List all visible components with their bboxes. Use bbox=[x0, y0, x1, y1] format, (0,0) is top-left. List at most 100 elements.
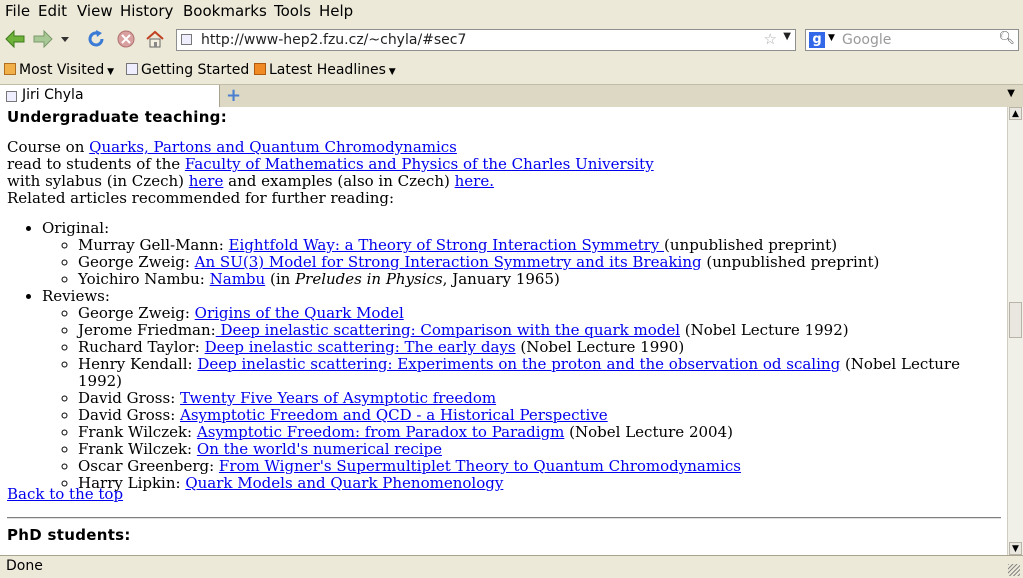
list-item-reviews: Reviews: George Zweig: Origins of the Qu… bbox=[42, 288, 1007, 492]
stop-button[interactable] bbox=[114, 27, 138, 51]
menu-bar: File Edit View History Bookmarks Tools H… bbox=[0, 0, 1023, 22]
article-link[interactable]: Twenty Five Years of Asymptotic freedom bbox=[180, 389, 496, 407]
note-text: (Nobel Lecture 1992) bbox=[680, 321, 849, 339]
bookmark-getting-started[interactable]: Getting Started bbox=[126, 62, 249, 78]
syllabus-prefix: with sylabus (in Czech) bbox=[7, 172, 189, 190]
back-to-top-link[interactable]: Back to the top bbox=[7, 485, 123, 503]
stop-icon bbox=[117, 30, 135, 48]
article-link[interactable]: Origins of the Quark Model bbox=[195, 304, 404, 322]
article-link[interactable]: Deep inelastic scattering: The early day… bbox=[205, 338, 516, 356]
faculty-link[interactable]: Faculty of Mathematics and Physics of th… bbox=[185, 155, 654, 173]
reload-icon bbox=[88, 30, 104, 47]
forward-button[interactable] bbox=[31, 27, 55, 51]
list-item: Henry Kendall: Deep inelastic scattering… bbox=[78, 356, 1007, 390]
menu-bookmarks[interactable]: Bookmarks bbox=[183, 2, 267, 20]
folder-icon bbox=[4, 63, 16, 75]
article-link[interactable]: From Wigner's Supermultiplet Theory to Q… bbox=[219, 457, 741, 475]
navigation-toolbar: http://www-hep2.fzu.cz/~chyla/#sec7 ☆ ▼ … bbox=[0, 22, 1023, 58]
rss-icon bbox=[254, 63, 266, 75]
url-dropdown-icon[interactable]: ▼ bbox=[783, 31, 791, 42]
tab-title: Jiri Chyla bbox=[22, 87, 84, 103]
google-icon[interactable]: g bbox=[809, 32, 825, 48]
examples-link[interactable]: here. bbox=[455, 172, 494, 190]
author-name: Frank Wilczek: bbox=[78, 423, 197, 441]
status-text: Done bbox=[6, 558, 43, 574]
menu-help[interactable]: Help bbox=[319, 2, 353, 20]
tab-bar: Jiri Chyla + ▼ bbox=[0, 85, 1023, 108]
list-item: George Zweig: An SU(3) Model for Strong … bbox=[78, 254, 1007, 271]
list-item: David Gross: Asymptotic Freedom and QCD … bbox=[78, 407, 1007, 424]
vertical-scrollbar[interactable]: ▲ ▼ bbox=[1007, 107, 1023, 555]
course-prefix: Course on bbox=[7, 138, 90, 156]
original-label: Original: bbox=[42, 219, 110, 237]
scroll-down-icon[interactable]: ▼ bbox=[1009, 542, 1022, 555]
status-bar: Done bbox=[0, 555, 1023, 578]
history-dropdown-button[interactable] bbox=[58, 27, 72, 51]
search-box[interactable]: g ▼ Google 🔍︎ bbox=[805, 29, 1019, 51]
back-button[interactable] bbox=[3, 27, 27, 51]
home-icon bbox=[146, 30, 164, 48]
url-bar[interactable]: http://www-hep2.fzu.cz/~chyla/#sec7 ☆ ▼ bbox=[176, 29, 796, 51]
tab-list-dropdown-icon[interactable]: ▼ bbox=[1007, 88, 1015, 99]
article-link[interactable]: Asymptotic Freedom and QCD - a Historica… bbox=[180, 406, 608, 424]
menu-history[interactable]: History bbox=[120, 2, 173, 20]
author-name: Yoichiro Nambu: bbox=[78, 270, 210, 288]
home-button[interactable] bbox=[143, 27, 167, 51]
note-text: (unpublished preprint) bbox=[664, 236, 838, 254]
tab-jiri-chyla[interactable]: Jiri Chyla bbox=[0, 85, 220, 107]
article-link[interactable]: Asymptotic Freedom: from Paradox to Para… bbox=[197, 423, 565, 441]
article-link[interactable]: On the world's numerical recipe bbox=[197, 440, 442, 458]
chevron-down-icon bbox=[61, 37, 69, 42]
bookmark-latest-headlines[interactable]: Latest Headlines ▼ bbox=[254, 62, 396, 78]
list-item: Oscar Greenberg: From Wigner's Supermult… bbox=[78, 458, 1007, 475]
article-link[interactable]: Eightfold Way: a Theory of Strong Intera… bbox=[229, 236, 665, 254]
article-link[interactable]: Deep inelastic scattering: Experiments o… bbox=[197, 355, 840, 373]
forward-arrow-icon bbox=[33, 29, 53, 49]
article-link[interactable]: Deep inelastic scattering: Comparison wi… bbox=[216, 321, 680, 339]
author-name: Jerome Friedman: bbox=[78, 321, 216, 339]
search-placeholder[interactable]: Google bbox=[842, 32, 891, 48]
search-engine-dropdown-icon[interactable]: ▼ bbox=[828, 33, 835, 43]
reviews-label: Reviews: bbox=[42, 287, 110, 305]
bookmark-most-visited[interactable]: Most Visited ▼ bbox=[4, 62, 114, 78]
menu-file[interactable]: File bbox=[5, 2, 30, 20]
scrollbar-thumb[interactable] bbox=[1009, 302, 1022, 338]
page-icon bbox=[6, 91, 17, 102]
list-item: Ruchard Taylor: Deep inelastic scatterin… bbox=[78, 339, 1007, 356]
author-name: Henry Kendall: bbox=[78, 355, 198, 373]
related-text: Related articles recommended for further… bbox=[7, 189, 395, 207]
horizontal-rule bbox=[7, 517, 1001, 519]
chevron-down-icon: ▼ bbox=[104, 67, 115, 77]
read-prefix: read to students of the bbox=[7, 155, 185, 173]
list-item: Jerome Friedman: Deep inelastic scatteri… bbox=[78, 322, 1007, 339]
list-item: George Zweig: Origins of the Quark Model bbox=[78, 305, 1007, 322]
search-icon[interactable]: 🔍︎ bbox=[998, 31, 1015, 46]
menu-edit[interactable]: Edit bbox=[38, 2, 67, 20]
url-text[interactable]: http://www-hep2.fzu.cz/~chyla/#sec7 bbox=[201, 32, 466, 48]
scroll-up-icon[interactable]: ▲ bbox=[1009, 107, 1022, 120]
article-link[interactable]: Nambu bbox=[210, 270, 266, 288]
menu-view[interactable]: View bbox=[77, 2, 113, 20]
author-name: David Gross: bbox=[78, 389, 181, 407]
bookmark-label: Latest Headlines bbox=[269, 62, 386, 78]
new-tab-button[interactable]: + bbox=[226, 85, 241, 106]
menu-tools[interactable]: Tools bbox=[274, 2, 311, 20]
bookmark-star-icon[interactable]: ☆ bbox=[764, 30, 777, 48]
bookmark-label: Getting Started bbox=[141, 62, 250, 78]
article-link[interactable]: An SU(3) Model for Strong Interaction Sy… bbox=[195, 253, 702, 271]
author-name: David Gross: bbox=[78, 406, 181, 424]
course-link[interactable]: Quarks, Partons and Quantum Chromodynami… bbox=[89, 138, 457, 156]
chevron-down-icon: ▼ bbox=[385, 67, 396, 77]
list-item: Frank Wilczek: Asymptotic Freedom: from … bbox=[78, 424, 1007, 441]
syllabus-link[interactable]: here bbox=[189, 172, 224, 190]
bookmarks-toolbar: Most Visited ▼ Getting Started Latest He… bbox=[0, 58, 1023, 85]
bookmark-label: Most Visited bbox=[19, 62, 105, 78]
article-link[interactable]: Quark Models and Quark Phenomenology bbox=[185, 474, 503, 492]
list-item: Murray Gell-Mann: Eightfold Way: a Theor… bbox=[78, 237, 1007, 254]
reload-button[interactable] bbox=[84, 27, 108, 51]
page-content: Undergraduate teaching: Course on Quarks… bbox=[0, 107, 1007, 555]
resize-grip-icon[interactable] bbox=[1008, 564, 1020, 576]
author-name: Oscar Greenberg: bbox=[78, 457, 219, 475]
course-paragraph: Course on Quarks, Partons and Quantum Ch… bbox=[7, 139, 997, 207]
publication-title: Preludes in Physics bbox=[295, 270, 443, 288]
